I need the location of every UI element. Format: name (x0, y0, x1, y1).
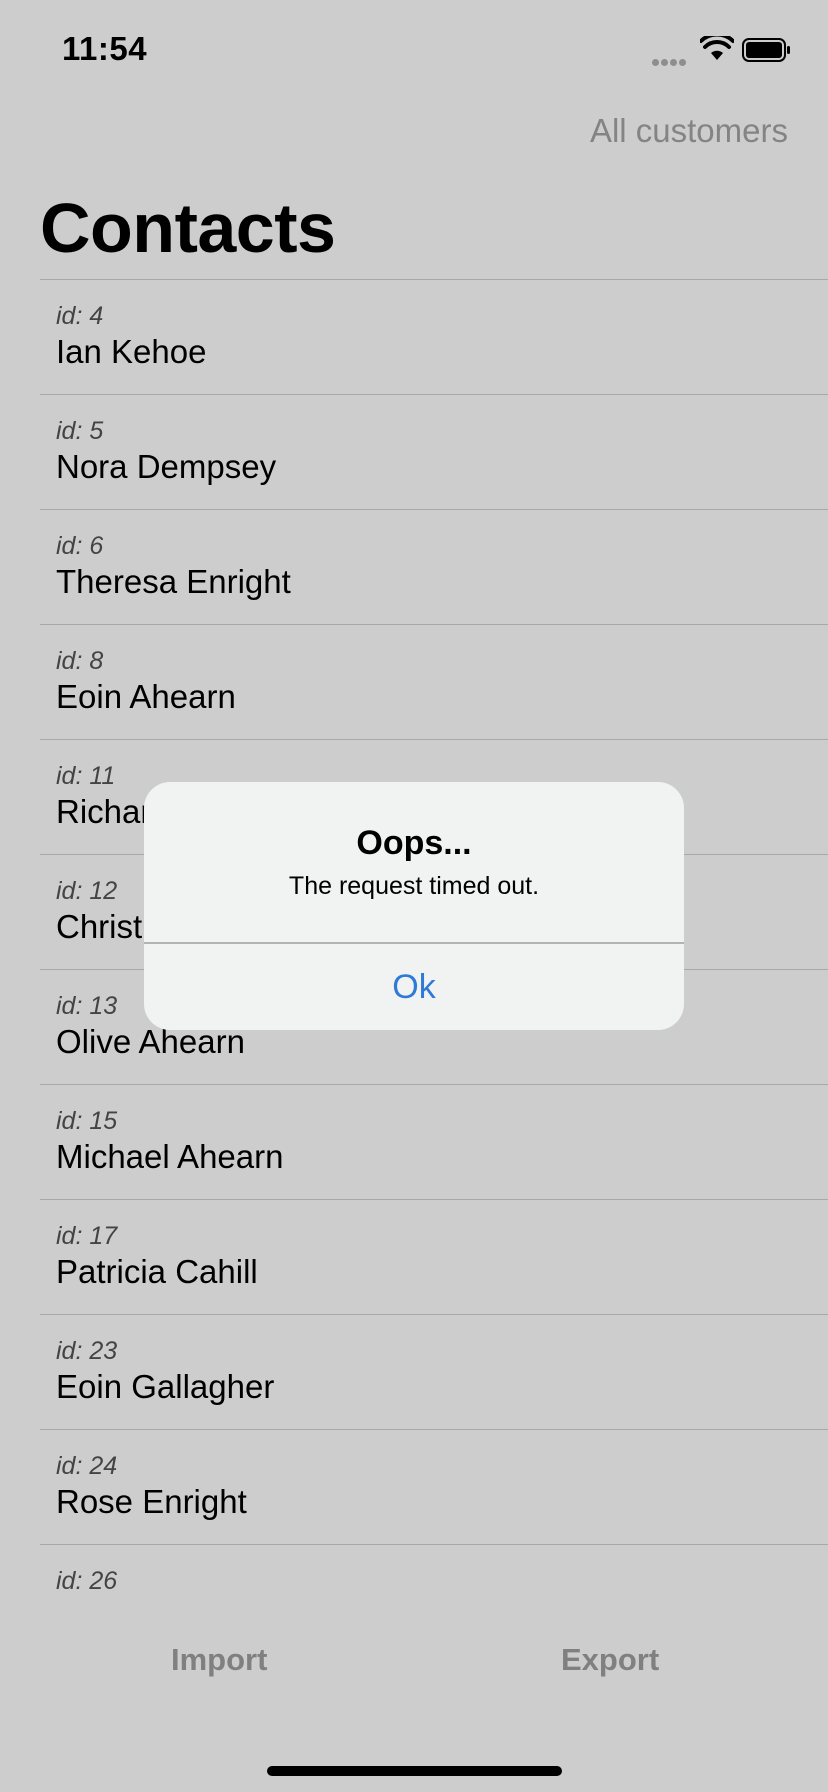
contact-id: id: 11 (56, 762, 116, 790)
list-item[interactable]: id: 23 Eoin Gallagher (40, 1314, 828, 1429)
contact-id: id: 12 (56, 877, 118, 905)
contact-name: Ian Kehoe (56, 333, 207, 370)
contact-id: id: 23 (56, 1337, 118, 1365)
contact-name: Christ (56, 908, 143, 945)
alert-title: Oops... (356, 824, 472, 862)
contact-name: Rose Enright (56, 1483, 247, 1520)
contact-id: id: 13 (56, 992, 118, 1020)
contact-id: id: 24 (56, 1452, 118, 1480)
list-item[interactable]: id: 24 Rose Enright (40, 1429, 828, 1544)
cellular-signal-icon (652, 53, 692, 66)
home-indicator[interactable] (267, 1766, 562, 1776)
contact-id: id: 26 (56, 1567, 118, 1595)
list-item[interactable]: id: 17 Patricia Cahill (40, 1199, 828, 1314)
status-time: 11:54 (62, 30, 148, 67)
contact-id: id: 6 (56, 532, 104, 560)
contact-name: Eoin Gallagher (56, 1368, 275, 1405)
contact-id: id: 17 (56, 1222, 118, 1250)
contact-name: Michael Ahearn (56, 1138, 284, 1175)
contact-id: id: 4 (56, 302, 104, 330)
status-bar: 11:54 (0, 0, 828, 100)
contact-id: id: 15 (56, 1107, 118, 1135)
bottom-toolbar: Import Export (0, 1612, 828, 1722)
list-item[interactable]: id: 6 Theresa Enright (40, 509, 828, 624)
import-button[interactable]: Import (171, 1642, 267, 1678)
list-item[interactable]: id: 8 Eoin Ahearn (40, 624, 828, 739)
contact-name: Eoin Ahearn (56, 678, 236, 715)
contact-id: id: 5 (56, 417, 104, 445)
contact-name: Richar (56, 793, 152, 830)
list-item[interactable]: id: 15 Michael Ahearn (40, 1084, 828, 1199)
list-item[interactable]: id: 4 Ian Kehoe (40, 279, 828, 394)
contact-name: Theresa Enright (56, 563, 291, 600)
error-alert: Oops... The request timed out. Ok (144, 782, 684, 1030)
contact-name: Nora Dempsey (56, 448, 277, 485)
wifi-icon (699, 32, 735, 62)
export-button[interactable]: Export (561, 1642, 659, 1678)
all-customers-button[interactable]: All customers (590, 112, 788, 150)
list-item[interactable]: id: 5 Nora Dempsey (40, 394, 828, 509)
alert-ok-button[interactable]: Ok (144, 944, 684, 1030)
contact-id: id: 8 (56, 647, 104, 675)
alert-message: The request timed out. (288, 872, 540, 900)
contact-name: Patricia Cahill (56, 1253, 258, 1290)
battery-icon (742, 38, 792, 62)
page-title: Contacts (40, 189, 336, 267)
list-item[interactable]: id: 26 (40, 1544, 828, 1612)
